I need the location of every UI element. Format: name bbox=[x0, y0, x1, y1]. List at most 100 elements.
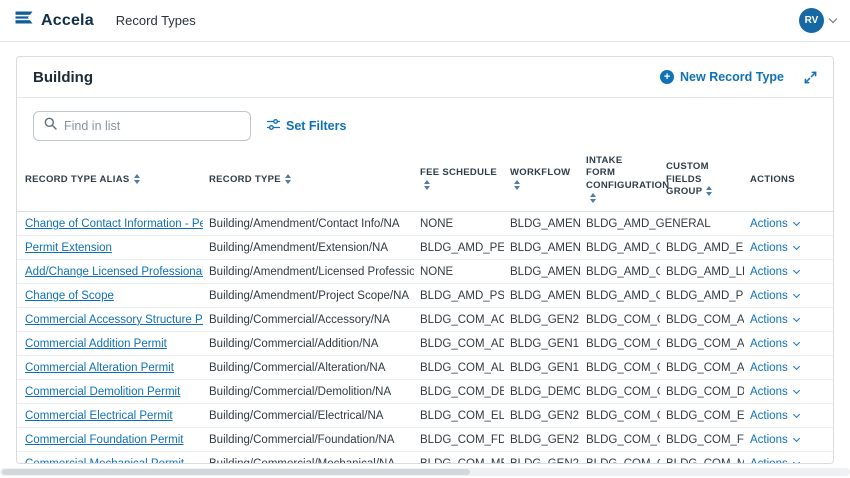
table-row: Commercial Demolition Permit Building/Co… bbox=[17, 380, 833, 404]
table-row: Change of Contact Information - Permit B… bbox=[17, 212, 833, 236]
fee-schedule-cell: BLDG_COM_MEC bbox=[414, 452, 504, 464]
sort-icon[interactable] bbox=[514, 180, 520, 190]
record-type-cell: Building/Commercial/Accessory/NA bbox=[203, 308, 414, 332]
sort-icon[interactable] bbox=[285, 174, 291, 184]
record-type-alias-link[interactable]: Commercial Alteration Permit bbox=[25, 362, 174, 374]
horizontal-scrollbar[interactable] bbox=[0, 468, 850, 476]
sort-icon[interactable] bbox=[134, 174, 140, 184]
record-type-cell: Building/Commercial/Alteration/NA bbox=[203, 356, 414, 380]
actions-dropdown[interactable]: Actions bbox=[750, 410, 799, 422]
column-header-intake-form-configuration[interactable]: Intake Form Configuration bbox=[580, 153, 660, 212]
set-filters-button[interactable]: Set Filters bbox=[267, 118, 346, 134]
page-title: Record Types bbox=[116, 13, 196, 28]
custom-fields-cell: BLDG_COM_ALT bbox=[660, 356, 744, 380]
record-type-alias-link[interactable]: Commercial Demolition Permit bbox=[25, 386, 180, 398]
search-input[interactable] bbox=[64, 119, 240, 133]
actions-dropdown[interactable]: Actions bbox=[750, 434, 799, 446]
sort-icon[interactable] bbox=[590, 193, 596, 203]
fee-schedule-cell: BLDG_AMD_PE bbox=[414, 236, 504, 260]
actions-dropdown[interactable]: Actions bbox=[750, 458, 799, 464]
chevron-down-icon bbox=[829, 15, 837, 23]
avatar[interactable]: RV bbox=[799, 8, 824, 33]
workflow-cell: BLDG_AMEND bbox=[504, 236, 580, 260]
intake-form-cell: BLDG_COM_GEN bbox=[580, 308, 660, 332]
expand-icon[interactable] bbox=[804, 71, 817, 84]
actions-label: Actions bbox=[750, 434, 788, 446]
actions-dropdown[interactable]: Actions bbox=[750, 290, 799, 302]
column-header-custom-fields-group[interactable]: Custom Fields Group bbox=[660, 153, 744, 212]
actions-dropdown[interactable]: Actions bbox=[750, 338, 799, 350]
custom-fields-cell: BLDG_COM_ELC bbox=[660, 404, 744, 428]
chevron-down-icon bbox=[793, 411, 800, 418]
intake-form-cell: BLDG_COM_GEN bbox=[580, 380, 660, 404]
workflow-cell: BLDG_GEN1 bbox=[504, 332, 580, 356]
fee-schedule-cell: NONE bbox=[414, 260, 504, 284]
record-type-alias-link[interactable]: Permit Extension bbox=[25, 242, 112, 254]
sort-icon[interactable] bbox=[424, 180, 430, 190]
record-type-cell: Building/Commercial/Foundation/NA bbox=[203, 428, 414, 452]
actions-label: Actions bbox=[750, 266, 788, 278]
column-header-record-type-alias[interactable]: Record Type Alias bbox=[17, 153, 203, 212]
intake-form-cell: BLDG_COM_GEN bbox=[580, 452, 660, 464]
table-row: Add/Change Licensed Professional Buildin… bbox=[17, 260, 833, 284]
actions-label: Actions bbox=[750, 314, 788, 326]
fee-schedule-cell: BLDG_COM_ELC bbox=[414, 404, 504, 428]
actions-label: Actions bbox=[750, 338, 788, 350]
brand-name: Accela bbox=[41, 12, 94, 30]
new-record-type-button[interactable]: + New Record Type bbox=[660, 70, 784, 84]
record-type-cell: Building/Amendment/Extension/NA bbox=[203, 236, 414, 260]
column-header-fee-schedule[interactable]: Fee Schedule bbox=[414, 153, 504, 212]
horizontal-scrollbar-thumb[interactable] bbox=[2, 469, 470, 475]
record-type-alias-link[interactable]: Commercial Addition Permit bbox=[25, 338, 167, 350]
intake-form-cell: BLDG_AMD_GENERAL bbox=[580, 236, 660, 260]
record-type-alias-link[interactable]: Add/Change Licensed Professional bbox=[25, 266, 203, 278]
record-type-cell: Building/Amendment/Project Scope/NA bbox=[203, 284, 414, 308]
column-header-record-type[interactable]: Record Type bbox=[203, 153, 414, 212]
panel-header: Building + New Record Type bbox=[17, 57, 833, 98]
record-type-cell: Building/Commercial/Mechanical/NA bbox=[203, 452, 414, 464]
fee-schedule-cell: BLDG_COM_DEM bbox=[414, 380, 504, 404]
custom-fields-cell: BLDG_COM_ACC bbox=[660, 308, 744, 332]
search-box[interactable] bbox=[33, 111, 251, 141]
record-type-alias-link[interactable]: Commercial Foundation Permit bbox=[25, 434, 184, 446]
actions-dropdown[interactable]: Actions bbox=[750, 218, 799, 230]
workflow-cell: BLDG_GEN2 bbox=[504, 308, 580, 332]
record-type-cell: Building/Commercial/Electrical/NA bbox=[203, 404, 414, 428]
user-menu[interactable]: RV bbox=[799, 8, 836, 33]
sort-icon[interactable] bbox=[706, 186, 712, 196]
intake-form-cell: BLDG_AMD_GENERAL bbox=[580, 260, 660, 284]
accela-logo-icon bbox=[14, 10, 34, 32]
actions-dropdown[interactable]: Actions bbox=[750, 266, 799, 278]
table-row: Permit Extension Building/Amendment/Exte… bbox=[17, 236, 833, 260]
actions-label: Actions bbox=[750, 218, 788, 230]
intake-form-cell: BLDG_COM_GEN bbox=[580, 428, 660, 452]
record-type-cell: Building/Amendment/Licensed Professional… bbox=[203, 260, 414, 284]
workflow-cell: BLDG_GEN2 bbox=[504, 428, 580, 452]
chevron-down-icon bbox=[793, 339, 800, 346]
actions-label: Actions bbox=[750, 362, 788, 374]
record-type-alias-link[interactable]: Commercial Accessory Structure Permit bbox=[25, 314, 203, 326]
column-header-workflow[interactable]: Workflow bbox=[504, 153, 580, 212]
fee-schedule-cell: BLDG_COM_ALT bbox=[414, 356, 504, 380]
actions-label: Actions bbox=[750, 458, 788, 464]
record-type-alias-link[interactable]: Commercial Mechanical Permit bbox=[25, 458, 184, 464]
table-row: Change of Scope Building/Amendment/Proje… bbox=[17, 284, 833, 308]
record-type-alias-link[interactable]: Commercial Electrical Permit bbox=[25, 410, 173, 422]
custom-fields-cell: BLDG_AMD_PS bbox=[660, 284, 744, 308]
record-type-alias-link[interactable]: Change of Contact Information - Permit bbox=[25, 218, 203, 230]
record-type-alias-link[interactable]: Change of Scope bbox=[25, 290, 114, 302]
chevron-down-icon bbox=[793, 219, 800, 226]
actions-dropdown[interactable]: Actions bbox=[750, 362, 799, 374]
intake-form-cell: BLDG_COM_GEN bbox=[580, 356, 660, 380]
actions-dropdown[interactable]: Actions bbox=[750, 314, 799, 326]
table-row: Commercial Accessory Structure Permit Bu… bbox=[17, 308, 833, 332]
actions-label: Actions bbox=[750, 290, 788, 302]
actions-dropdown[interactable]: Actions bbox=[750, 386, 799, 398]
workflow-cell: BLDG_AMEND bbox=[504, 212, 580, 236]
workflow-cell: BLDG_AMEND bbox=[504, 284, 580, 308]
filter-icon bbox=[267, 118, 280, 134]
actions-dropdown[interactable]: Actions bbox=[750, 242, 799, 254]
fee-schedule-cell: BLDG_COM_ACC bbox=[414, 308, 504, 332]
intake-form-cell: BLDG_COM_GEN bbox=[580, 332, 660, 356]
chevron-down-icon bbox=[793, 243, 800, 250]
